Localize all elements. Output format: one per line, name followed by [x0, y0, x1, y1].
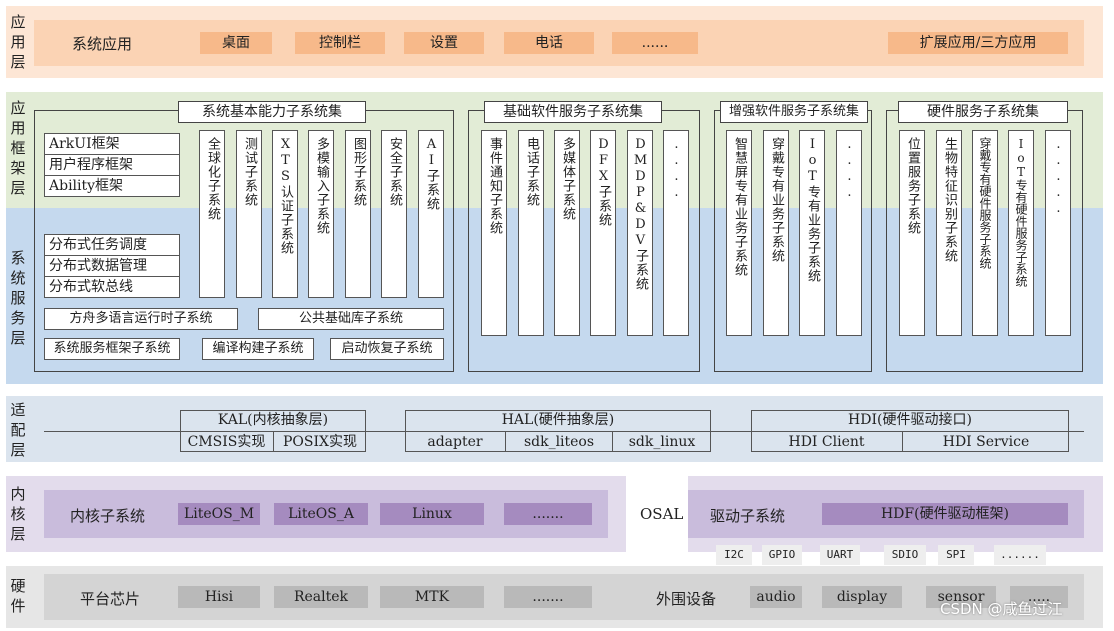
subsystem-dmdp-dv: DMDP&DV子系统 [627, 130, 653, 336]
chip-more: ....... [504, 586, 592, 608]
subsystem-wearable-hardware: 穿戴专有硬件服务子系统 [972, 130, 998, 336]
subsystem-smart-screen: 智慧屏专有业务子系统 [726, 130, 752, 336]
app-item-extension: 扩展应用/三方应用 [888, 32, 1068, 54]
peripheral-label: 外围设备 [656, 590, 717, 608]
chip-realtek: Realtek [274, 586, 368, 608]
subsystem-multimodal-input: 多模输入子系统 [308, 130, 334, 298]
subsystem-build: 编译构建子系统 [202, 338, 314, 360]
adapter-layer-label: 适配层 [10, 401, 26, 459]
kernel-linux: Linux [380, 503, 484, 525]
hdf-framework: HDF(硬件驱动框架) [822, 503, 1068, 525]
basic-software-title: 基础软件服务子系统集 [484, 101, 662, 123]
app-layer-label: 应用层 [10, 13, 26, 71]
peripheral-display: display [822, 586, 902, 608]
subsystem-globalization: 全球化子系统 [199, 130, 225, 298]
framework-ability: Ability框架 [44, 175, 180, 197]
kal-title: KAL(内核抽象层) [217, 412, 329, 428]
kernel-more: ....... [504, 503, 592, 525]
subsystem-common-library: 公共基础库子系统 [258, 308, 444, 330]
subsystem-multimedia: 多媒体子系统 [554, 130, 580, 336]
kernel-layer-label: 内核层 [10, 485, 26, 543]
hdi-title: HDI(硬件驱动接口) [848, 412, 972, 428]
system-app-label: 系统应用 [72, 35, 133, 53]
subsystem-test: 测试子系统 [236, 130, 262, 298]
subsystem-service-framework: 系统服务框架子系统 [44, 338, 180, 360]
kernel-subsystem-label: 内核子系统 [70, 507, 146, 525]
kal-posix: POSIX实现 [283, 434, 357, 450]
hardware-service-title: 硬件服务子系统集 [898, 101, 1068, 123]
subsystem-ark-runtime: 方舟多语言运行时子系统 [44, 308, 238, 330]
hdi-client: HDI Client [788, 434, 865, 450]
app-item-phone: 电话 [504, 32, 594, 54]
subsystem-iot-business: IoT专有业务子系统 [799, 130, 825, 336]
subsystem-telephony: 电话子系统 [518, 130, 544, 336]
enhanced-software-title: 增强软件服务子系统集 [720, 101, 868, 123]
framework-user-program: 用户程序框架 [44, 154, 180, 176]
subsystem-wearable: 穿戴专有业务子系统 [763, 130, 789, 336]
subsystem-graphics: 图形子系统 [345, 130, 371, 298]
subsystem-xts: XTS认证子系统 [272, 130, 298, 298]
subsystem-hardware-more: ..... [1045, 130, 1071, 336]
subsystem-enhanced-more: .... [836, 130, 862, 336]
platform-chip-label: 平台芯片 [80, 590, 141, 608]
distributed-data-management: 分布式数据管理 [44, 255, 180, 277]
chip-hisi: Hisi [178, 586, 260, 608]
watermark: CSDN @咸鱼过江 [940, 600, 1063, 618]
bus-i2c: I2C [716, 545, 752, 565]
subsystem-ai: AI子系统 [418, 130, 444, 298]
subsystem-dfx: DFX子系统 [590, 130, 616, 336]
app-item-settings: 设置 [404, 32, 484, 54]
hal-title: HAL(硬件抽象层) [501, 412, 615, 428]
subsystem-startup-recovery: 启动恢复子系统 [330, 338, 444, 360]
subsystem-biometrics: 生物特征识别子系统 [936, 130, 962, 336]
subsystem-security: 安全子系统 [381, 130, 407, 298]
bus-uart: UART [820, 545, 860, 565]
distributed-soft-bus: 分布式软总线 [44, 276, 180, 298]
osal-label: OSAL [640, 505, 684, 523]
kernel-liteos-a: LiteOS_A [274, 503, 368, 525]
hal-sdk-linux: sdk_linux [628, 434, 696, 450]
peripheral-audio: audio [750, 586, 802, 608]
driver-subsystem-label: 驱动子系统 [710, 507, 786, 525]
subsystem-event-notification: 事件通知子系统 [481, 130, 507, 336]
hdi-service: HDI Service [942, 434, 1030, 450]
distributed-task-scheduling: 分布式任务调度 [44, 234, 180, 256]
bus-more: ...... [994, 545, 1046, 565]
app-item-controlbar: 控制栏 [295, 32, 385, 54]
kernel-liteos-m: LiteOS_M [178, 503, 260, 525]
hardware-layer-label: 硬件 [10, 577, 26, 615]
bus-gpio: GPIO [762, 545, 802, 565]
subsystem-location: 位置服务子系统 [899, 130, 925, 336]
subsystem-iot-hardware: IoT专有硬件服务子系统 [1008, 130, 1034, 336]
hal-adapter: adapter [427, 434, 483, 450]
basic-capability-title: 系统基本能力子系统集 [178, 101, 366, 123]
kal-cmsis: CMSIS实现 [187, 434, 266, 450]
service-layer-label: 系统服务层 [10, 249, 26, 347]
app-item-desktop: 桌面 [200, 32, 272, 54]
bus-spi: SPI [938, 545, 974, 565]
app-item-more: ...... [612, 32, 698, 54]
chip-mtk: MTK [380, 586, 484, 608]
subsystem-basic-more: .... [663, 130, 689, 336]
hal-sdk-liteos: sdk_liteos [523, 434, 595, 450]
framework-layer-label: 应用框架层 [10, 99, 26, 197]
bus-sdio: SDIO [884, 545, 926, 565]
framework-arkui: ArkUI框架 [44, 133, 180, 155]
